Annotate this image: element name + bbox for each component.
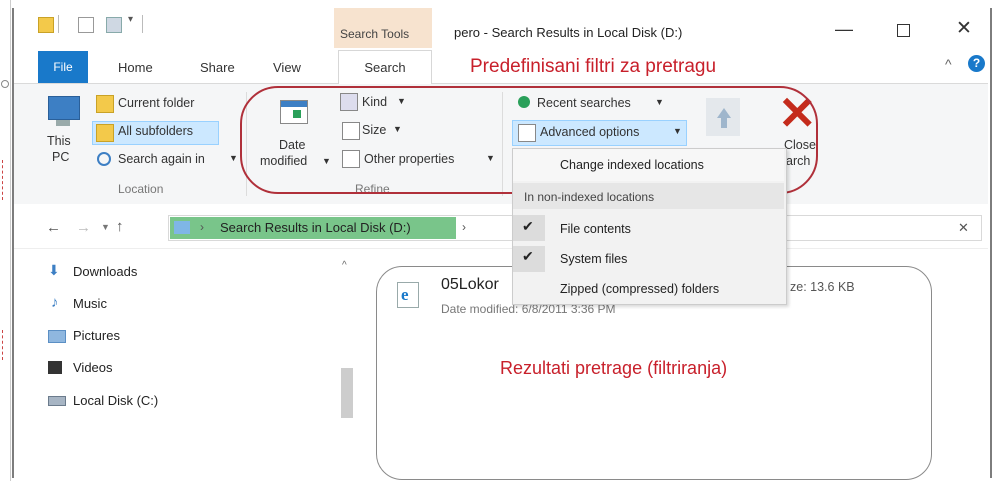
location-group-label: Location	[118, 182, 164, 196]
music-icon: ♪	[51, 294, 59, 311]
tab-file[interactable]: File	[38, 51, 88, 83]
breadcrumb-separator: ›	[200, 220, 204, 234]
menu-item-zipped-folders[interactable]: Zipped (compressed) folders	[560, 282, 719, 296]
maximize-button[interactable]	[897, 24, 910, 37]
annotation-predefined-filters: Predefinisani filtri za pretragu	[470, 56, 717, 77]
tab-share[interactable]: Share	[200, 60, 235, 75]
menu-item-system-files[interactable]: System files	[560, 252, 627, 266]
all-subfolders-label: All subfolders	[118, 124, 194, 138]
separator	[58, 15, 59, 33]
current-folder-icon	[96, 95, 114, 113]
nav-scrollbar-thumb[interactable]	[341, 368, 353, 418]
minimize-button[interactable]: —	[835, 19, 853, 40]
new-folder-icon[interactable]	[106, 17, 122, 33]
downloads-icon: ⬇	[48, 262, 60, 278]
tab-view[interactable]: View	[273, 60, 301, 75]
forward-arrow-icon[interactable]: →	[76, 219, 91, 236]
pictures-icon	[48, 330, 66, 343]
context-tab-label: Search Tools	[340, 27, 410, 41]
search-again-in-button[interactable]: Search again in	[118, 152, 205, 166]
this-pc-stand	[56, 120, 70, 126]
separator	[142, 15, 143, 33]
videos-icon	[48, 361, 62, 374]
drive-icon	[48, 396, 66, 406]
clear-search-icon[interactable]: ✕	[958, 220, 969, 236]
subfolders-icon	[96, 124, 114, 142]
result-file-name[interactable]: 05Lokor	[441, 276, 499, 294]
this-pc-label[interactable]: This	[47, 134, 71, 148]
menu-item-file-contents[interactable]: File contents	[560, 222, 631, 236]
magnifier-icon	[1, 80, 9, 88]
this-pc-icon[interactable]	[48, 96, 80, 120]
scroll-up-icon[interactable]: ^	[342, 260, 347, 271]
current-folder-button[interactable]: Current folder	[118, 96, 194, 110]
dashed-marker	[2, 160, 8, 200]
collapse-ribbon-icon[interactable]: ^	[945, 56, 952, 72]
nav-item-music[interactable]: Music	[73, 296, 107, 311]
menu-section-header: In non-indexed locations	[524, 190, 655, 204]
this-pc-label-2[interactable]: PC	[52, 150, 69, 164]
tab-search[interactable]: Search	[338, 50, 432, 85]
search-results-icon	[174, 221, 190, 234]
annotation-results: Rezultati pretrage (filtriranja)	[500, 358, 728, 378]
customize-qat-icon[interactable]: ▾	[128, 14, 133, 25]
nav-item-local-disk-c[interactable]: Local Disk (C:)	[73, 393, 158, 408]
window-title: pero - Search Results in Local Disk (D:)	[454, 25, 683, 40]
background-window-edge	[0, 0, 11, 481]
check-icon: ✔	[522, 218, 534, 234]
breadcrumb-path[interactable]: Search Results in Local Disk (D:)	[220, 220, 411, 235]
result-size: ze: 13.6 KB	[790, 280, 855, 294]
back-arrow-icon[interactable]: ←	[46, 219, 61, 236]
up-arrow-icon[interactable]: ↑	[116, 218, 124, 235]
help-icon[interactable]: ?	[968, 55, 985, 72]
recent-locations-icon[interactable]: ▼	[101, 222, 110, 232]
check-icon: ✔	[522, 248, 534, 264]
nav-item-pictures[interactable]: Pictures	[73, 328, 120, 343]
file-icon: e	[397, 282, 419, 308]
breadcrumb-chevron-icon[interactable]: ›	[462, 220, 466, 234]
search-again-icon	[97, 152, 111, 166]
menu-item-change-indexed-locations[interactable]: Change indexed locations	[560, 158, 704, 172]
chevron-down-icon: ▼	[229, 153, 238, 163]
close-window-button[interactable]: ✕	[956, 17, 972, 40]
tab-home[interactable]: Home	[118, 60, 153, 75]
dashed-marker	[2, 330, 8, 360]
nav-item-downloads[interactable]: Downloads	[73, 264, 137, 279]
properties-icon[interactable]	[78, 17, 94, 33]
nav-item-videos[interactable]: Videos	[73, 360, 113, 375]
folder-icon[interactable]	[38, 17, 54, 33]
